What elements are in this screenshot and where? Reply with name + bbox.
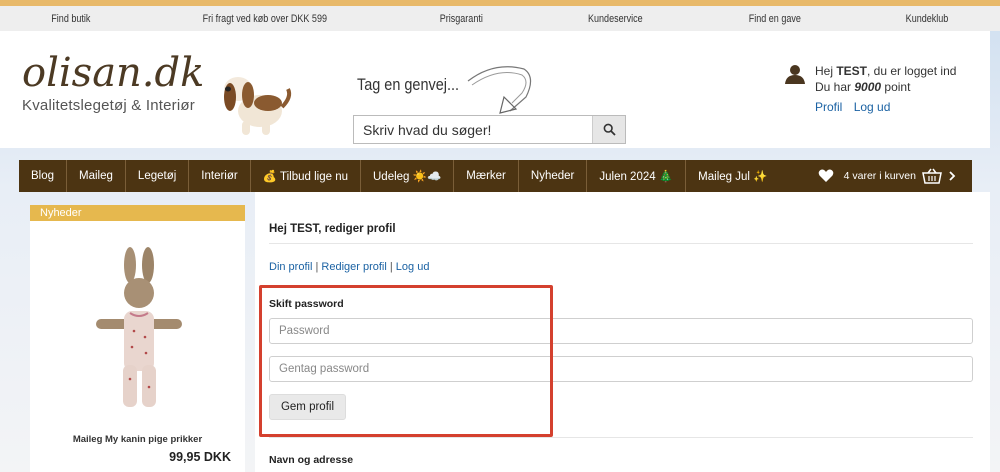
search-icon [603, 123, 616, 136]
link-separator: | [386, 261, 396, 273]
product-name[interactable]: Maileg My kanin pige prikker [30, 434, 245, 445]
logo-tagline: Kvalitetslegetøj & Interiør [22, 97, 195, 114]
repeat-password-field[interactable] [269, 356, 973, 382]
nav-item-legetoj[interactable]: Legetøj [126, 160, 190, 192]
user-account-area: Hej TEST, du er logget ind Du har 9000 p… [785, 63, 956, 115]
site-logo[interactable]: olisan.dk Kvalitetslegetøj & Interiør [22, 53, 204, 114]
basket-icon[interactable] [922, 168, 942, 184]
din-profil-link[interactable]: Din profil [269, 261, 312, 273]
top-link-kundeklub[interactable]: Kundeklub [905, 13, 948, 25]
top-link-free-shipping[interactable]: Fri fragt ved køb over DKK 599 [203, 13, 327, 25]
profile-edit-panel: Hej TEST, rediger profil Din profil | Re… [255, 192, 990, 472]
main-navigation: Blog Maileg Legetøj Interiør 💰 Tilbud li… [19, 160, 972, 192]
top-link-prisgaranti[interactable]: Prisgaranti [440, 13, 483, 25]
search-button[interactable] [592, 116, 625, 143]
sidebar-news-panel: Nyheder Maileg My kanin pige prikker 99,… [30, 205, 245, 472]
site-header: olisan.dk Kvalitetslegetøj & Interiør Ta… [0, 31, 990, 148]
product-image-bunny[interactable] [90, 245, 190, 415]
plush-dog-image [224, 77, 292, 135]
profile-links: Din profil | Rediger profil | Log ud [269, 261, 429, 273]
divider [269, 437, 973, 438]
swoosh-arrow-icon [467, 66, 532, 114]
top-link-kundeservice[interactable]: Kundeservice [588, 13, 643, 25]
shortcut-label: Tag en genvej... [357, 75, 460, 94]
search-input[interactable] [354, 116, 592, 143]
user-points: Du har 9000 point [815, 80, 911, 94]
nav-item-maileg[interactable]: Maileg [67, 160, 126, 192]
log-ud-link[interactable]: Log ud [396, 261, 430, 273]
logout-link[interactable]: Log ud [854, 100, 891, 114]
nav-item-nyheder[interactable]: Nyheder [519, 160, 588, 192]
product-price: 99,95 DKK [169, 450, 231, 464]
heart-icon[interactable] [818, 169, 834, 183]
nav-item-interior[interactable]: Interiør [189, 160, 251, 192]
top-info-bar: Find butik Fri fragt ved køb over DKK 59… [0, 6, 1000, 31]
password-section-title: Skift password [269, 298, 344, 310]
nav-item-tilbud[interactable]: 💰 Tilbud lige nu [251, 160, 361, 192]
profile-link[interactable]: Profil [815, 100, 842, 114]
nav-item-julen[interactable]: Julen 2024 🎄 [587, 160, 687, 192]
nav-item-maileg-jul[interactable]: Maileg Jul ✨ [686, 160, 779, 192]
top-link-find-butik[interactable]: Find butik [51, 13, 90, 25]
divider [269, 243, 973, 244]
user-greeting: Hej TEST, du er logget ind [815, 64, 957, 78]
nav-cart-area: 4 varer i kurven [818, 168, 972, 184]
top-link-find-gave[interactable]: Find en gave [749, 13, 801, 25]
search-box [353, 115, 626, 144]
sidebar-tab-nyheder[interactable]: Nyheder [30, 205, 245, 221]
user-icon [785, 65, 805, 84]
save-profile-button[interactable]: Gem profil [269, 394, 346, 420]
nav-item-udeleg[interactable]: Udeleg ☀️☁️ [361, 160, 455, 192]
chevron-right-icon[interactable] [948, 171, 956, 181]
rediger-profil-link[interactable]: Rediger profil [321, 261, 386, 273]
logo-wordmark: olisan.dk [22, 50, 205, 96]
address-section-title: Navn og adresse [269, 454, 354, 466]
password-field[interactable] [269, 318, 973, 344]
cart-count-text[interactable]: 4 varer i kurven [844, 170, 916, 182]
nav-item-maerker[interactable]: Mærker [454, 160, 519, 192]
page-title: Hej TEST, rediger profil [269, 223, 396, 235]
nav-item-blog[interactable]: Blog [19, 160, 68, 192]
